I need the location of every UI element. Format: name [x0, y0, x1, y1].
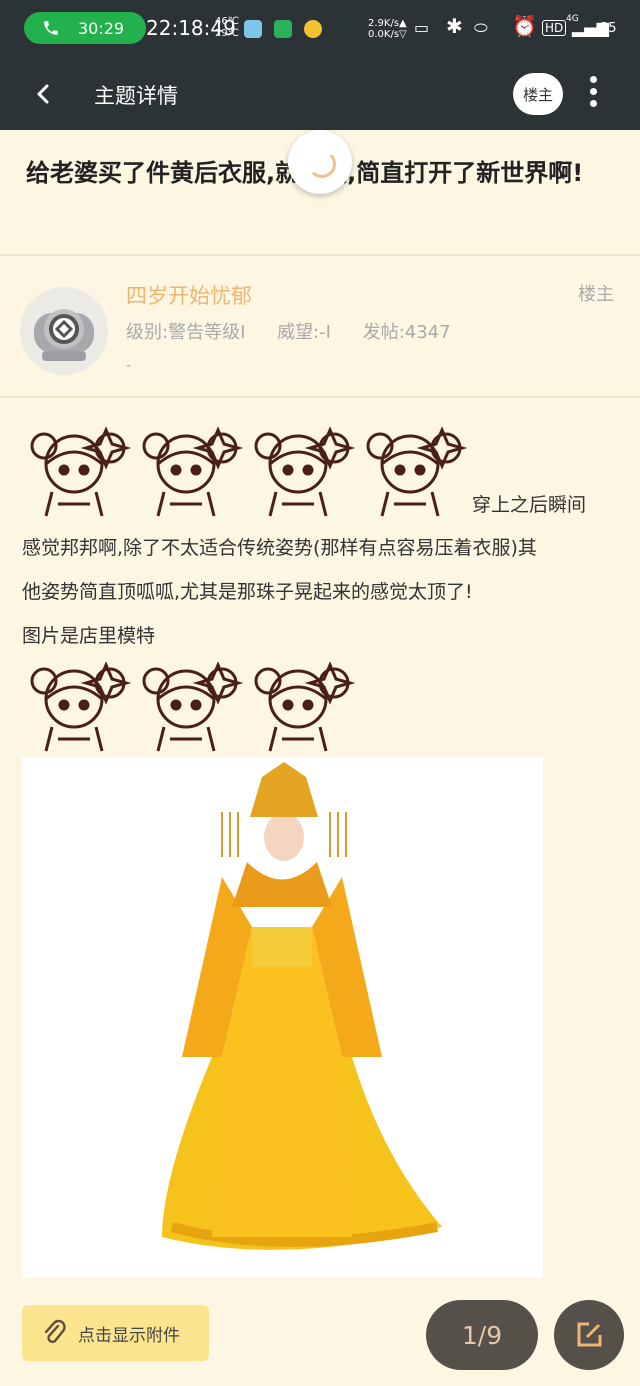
anime-girl-sticker	[254, 426, 356, 517]
coin-notification-icon	[304, 20, 322, 38]
post-image[interactable]	[22, 757, 543, 1278]
yellow-empress-costume-photo	[22, 757, 543, 1278]
post-text-line: 感觉邦邦啊,除了不太适合传统姿势(那样有点容易压着衣服)其	[22, 537, 537, 559]
sticker-row	[22, 420, 470, 518]
net-down: 0.0K/s▽	[368, 29, 407, 40]
anime-girl-sticker	[142, 426, 244, 517]
anime-girl-sticker	[30, 426, 132, 517]
app-bar: 主题详情 楼主	[0, 58, 640, 130]
edit-icon	[577, 1322, 602, 1347]
loading-spinner	[288, 130, 352, 194]
post-text-line: 穿上之后瞬间	[472, 494, 587, 516]
paperclip-icon	[44, 1319, 66, 1344]
vibrate-icon: ▭	[414, 18, 430, 37]
temp-low: 29℃	[215, 28, 239, 39]
status-bar: 30:29 22:18:49 46℃ 29℃ 2.9K/s▲ 0.0K/s▽ ▭…	[0, 0, 640, 58]
show-attachments-label: 点击显示附件	[78, 1325, 180, 1346]
author-extra: -	[126, 358, 132, 374]
more-options-icon[interactable]	[584, 76, 602, 112]
author-level: 级别:警告等级Ⅰ	[126, 322, 246, 343]
call-duration: 30:29	[78, 18, 125, 38]
anime-girl-sticker	[142, 661, 244, 752]
anime-girl-sticker	[30, 661, 132, 752]
network-speed: 2.9K/s▲ 0.0K/s▽	[368, 18, 407, 40]
bluetooth-icon: ✱	[446, 14, 463, 38]
author-meta: 级别:警告等级Ⅰ 威望:-Ⅰ 发帖:4347	[126, 318, 477, 344]
back-arrow-icon[interactable]	[30, 78, 58, 110]
alarm-icon: ⏰	[512, 14, 537, 38]
battery-saver-icon: ⬭	[474, 18, 488, 37]
only-owner-button[interactable]: 楼主	[513, 73, 563, 115]
anime-girl-sticker	[254, 661, 356, 752]
app-notification-icon	[244, 20, 262, 38]
battery-level: 35	[600, 21, 617, 36]
sticker-row	[22, 655, 358, 753]
author-prestige: 威望:-Ⅰ	[277, 322, 331, 343]
temperature-readout: 46℃ 29℃	[215, 16, 239, 40]
diving-helmet-icon	[20, 287, 108, 375]
author-floor-tag: 楼主	[578, 284, 614, 305]
page-title: 主题详情	[94, 84, 178, 108]
temp-high: 46℃	[215, 16, 239, 27]
author-name[interactable]: 四岁开始忧郁	[126, 280, 252, 310]
hd-icon: HD	[542, 20, 567, 36]
page-indicator-button[interactable]: 1/9	[426, 1300, 538, 1370]
ongoing-call-pill[interactable]: 30:29	[24, 12, 146, 44]
post-text-line: 他姿势简直顶呱呱,尤其是那珠子晃起来的感觉太顶了!	[22, 581, 473, 603]
divider	[0, 254, 640, 256]
reply-edit-button[interactable]	[554, 1300, 624, 1370]
phone-notification-icon	[274, 20, 292, 38]
author-post-count: 发帖:4347	[362, 322, 451, 343]
net-up: 2.9K/s▲	[368, 18, 407, 29]
show-attachments-button[interactable]: 点击显示附件	[22, 1305, 209, 1361]
phone-icon	[44, 21, 58, 35]
divider	[0, 396, 640, 398]
post-text-line: 图片是店里模特	[22, 625, 156, 647]
author-avatar[interactable]	[20, 287, 108, 375]
anime-girl-sticker	[366, 426, 468, 517]
